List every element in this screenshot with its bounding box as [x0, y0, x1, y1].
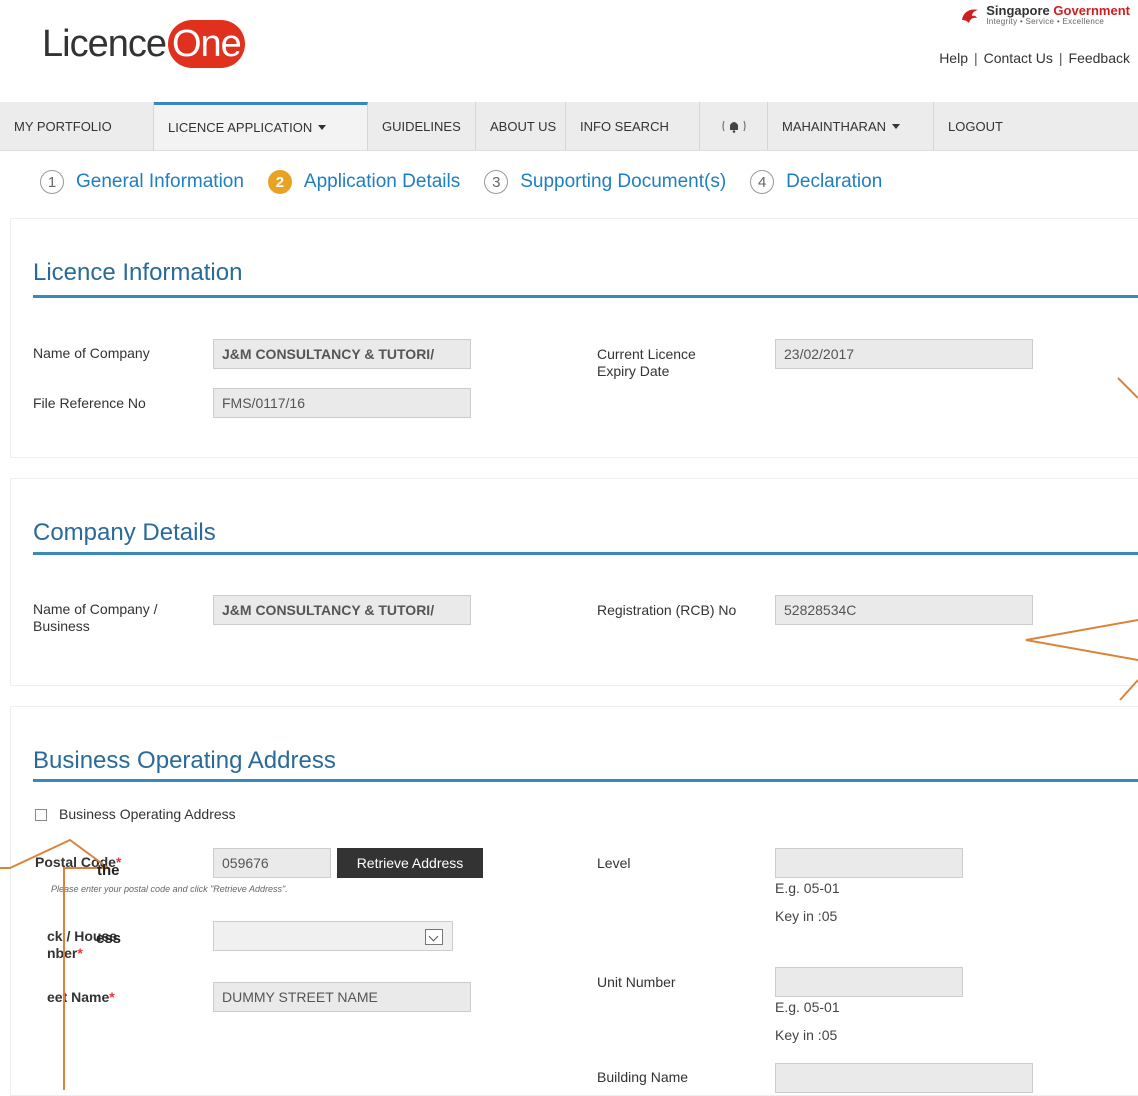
- callout-text-line2: ess: [96, 930, 122, 947]
- callout-text-line1: the: [97, 862, 120, 879]
- callout-arrow-right-1: [1117, 377, 1138, 399]
- callout-arrow-left: [0, 838, 112, 1090]
- callout-arrow-right-3: [1119, 679, 1138, 701]
- callout-arrow-right-2: [1025, 619, 1138, 661]
- annotation-overlay: [0, 377, 1138, 1090]
